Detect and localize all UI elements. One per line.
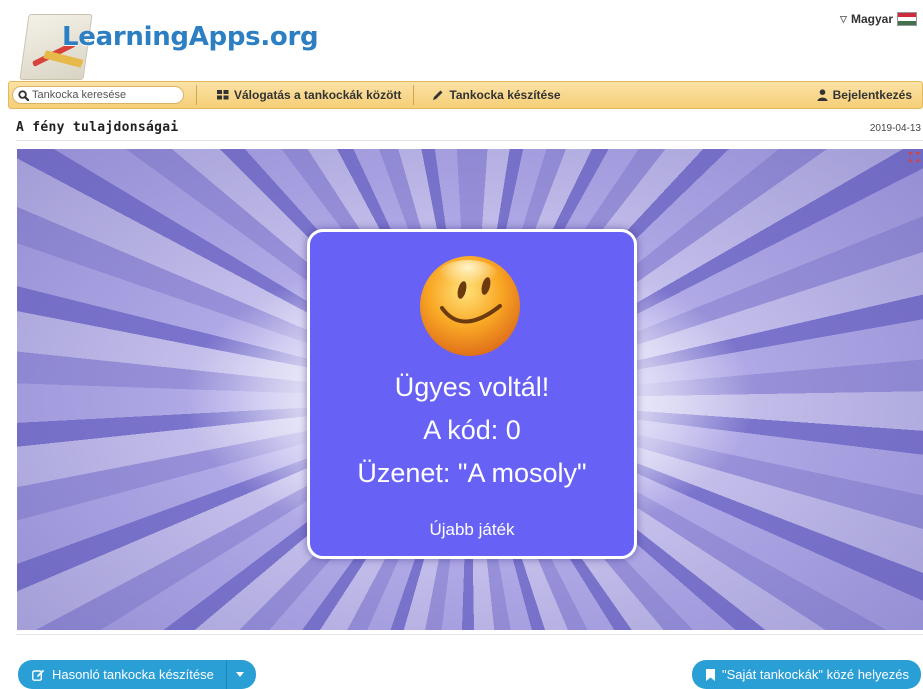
search-input[interactable] (32, 89, 172, 101)
grid-icon (217, 90, 229, 100)
search-icon (18, 89, 29, 101)
edit-icon (32, 669, 45, 681)
logo-text: LearningApps.org (62, 22, 319, 52)
page-date: 2019-04-13 (869, 123, 921, 134)
similar-app-button-group: Hasonló tankocka készítése (18, 660, 256, 689)
hungarian-flag-icon (897, 12, 917, 26)
result-dialog: Ügyes voltál! A kód: 0 Üzenet: "A mosoly… (307, 229, 637, 559)
search-box[interactable] (12, 86, 184, 104)
user-icon (817, 89, 828, 101)
nav-browse-label: Válogatás a tankockák között (234, 88, 402, 102)
result-title: Ügyes voltál! (394, 372, 550, 402)
page-title: A fény tulajdonságai (16, 120, 179, 135)
save-to-my-apps-button[interactable]: "Saját tankockák" közé helyezés (692, 660, 921, 689)
bookmark-icon (706, 668, 715, 681)
caret-down-icon (235, 672, 244, 677)
footer-divider (16, 634, 923, 635)
title-divider (16, 140, 923, 141)
language-label: Magyar (850, 12, 893, 26)
result-code: A kód: 0 (423, 415, 521, 445)
nav-browse-apps[interactable]: Válogatás a tankockák között (205, 88, 413, 102)
replay-button[interactable]: Újabb játék (310, 520, 634, 540)
nav-login-label: Bejelentkezés (832, 88, 912, 102)
nav-create-app[interactable]: Tankocka készítése (420, 88, 572, 102)
nav-create-label: Tankocka készítése (449, 88, 561, 102)
language-selector[interactable]: ▽ Magyar (840, 12, 917, 26)
save-to-my-apps-label: "Saját tankockák" közé helyezés (722, 667, 909, 682)
result-message: Üzenet: "A mosoly" (357, 458, 587, 488)
pencil-icon (433, 90, 443, 100)
create-similar-button[interactable]: Hasonló tankocka készítése (18, 660, 227, 689)
app-frame[interactable]: Ügyes voltál! A kód: 0 Üzenet: "A mosoly… (17, 149, 923, 630)
create-similar-label: Hasonló tankocka készítése (52, 667, 214, 682)
main-navbar: Válogatás a tankockák között Tankocka ké… (8, 81, 923, 109)
similar-options-dropdown[interactable] (226, 660, 256, 689)
dropdown-triangle-icon: ▽ (840, 13, 847, 24)
fullscreen-icon[interactable] (909, 152, 919, 162)
nav-divider (413, 85, 415, 105)
smiley-icon (420, 256, 520, 356)
logo[interactable]: LearningApps.org (16, 8, 319, 80)
nav-divider (196, 85, 197, 105)
nav-login[interactable]: Bejelentkezés (805, 88, 922, 102)
